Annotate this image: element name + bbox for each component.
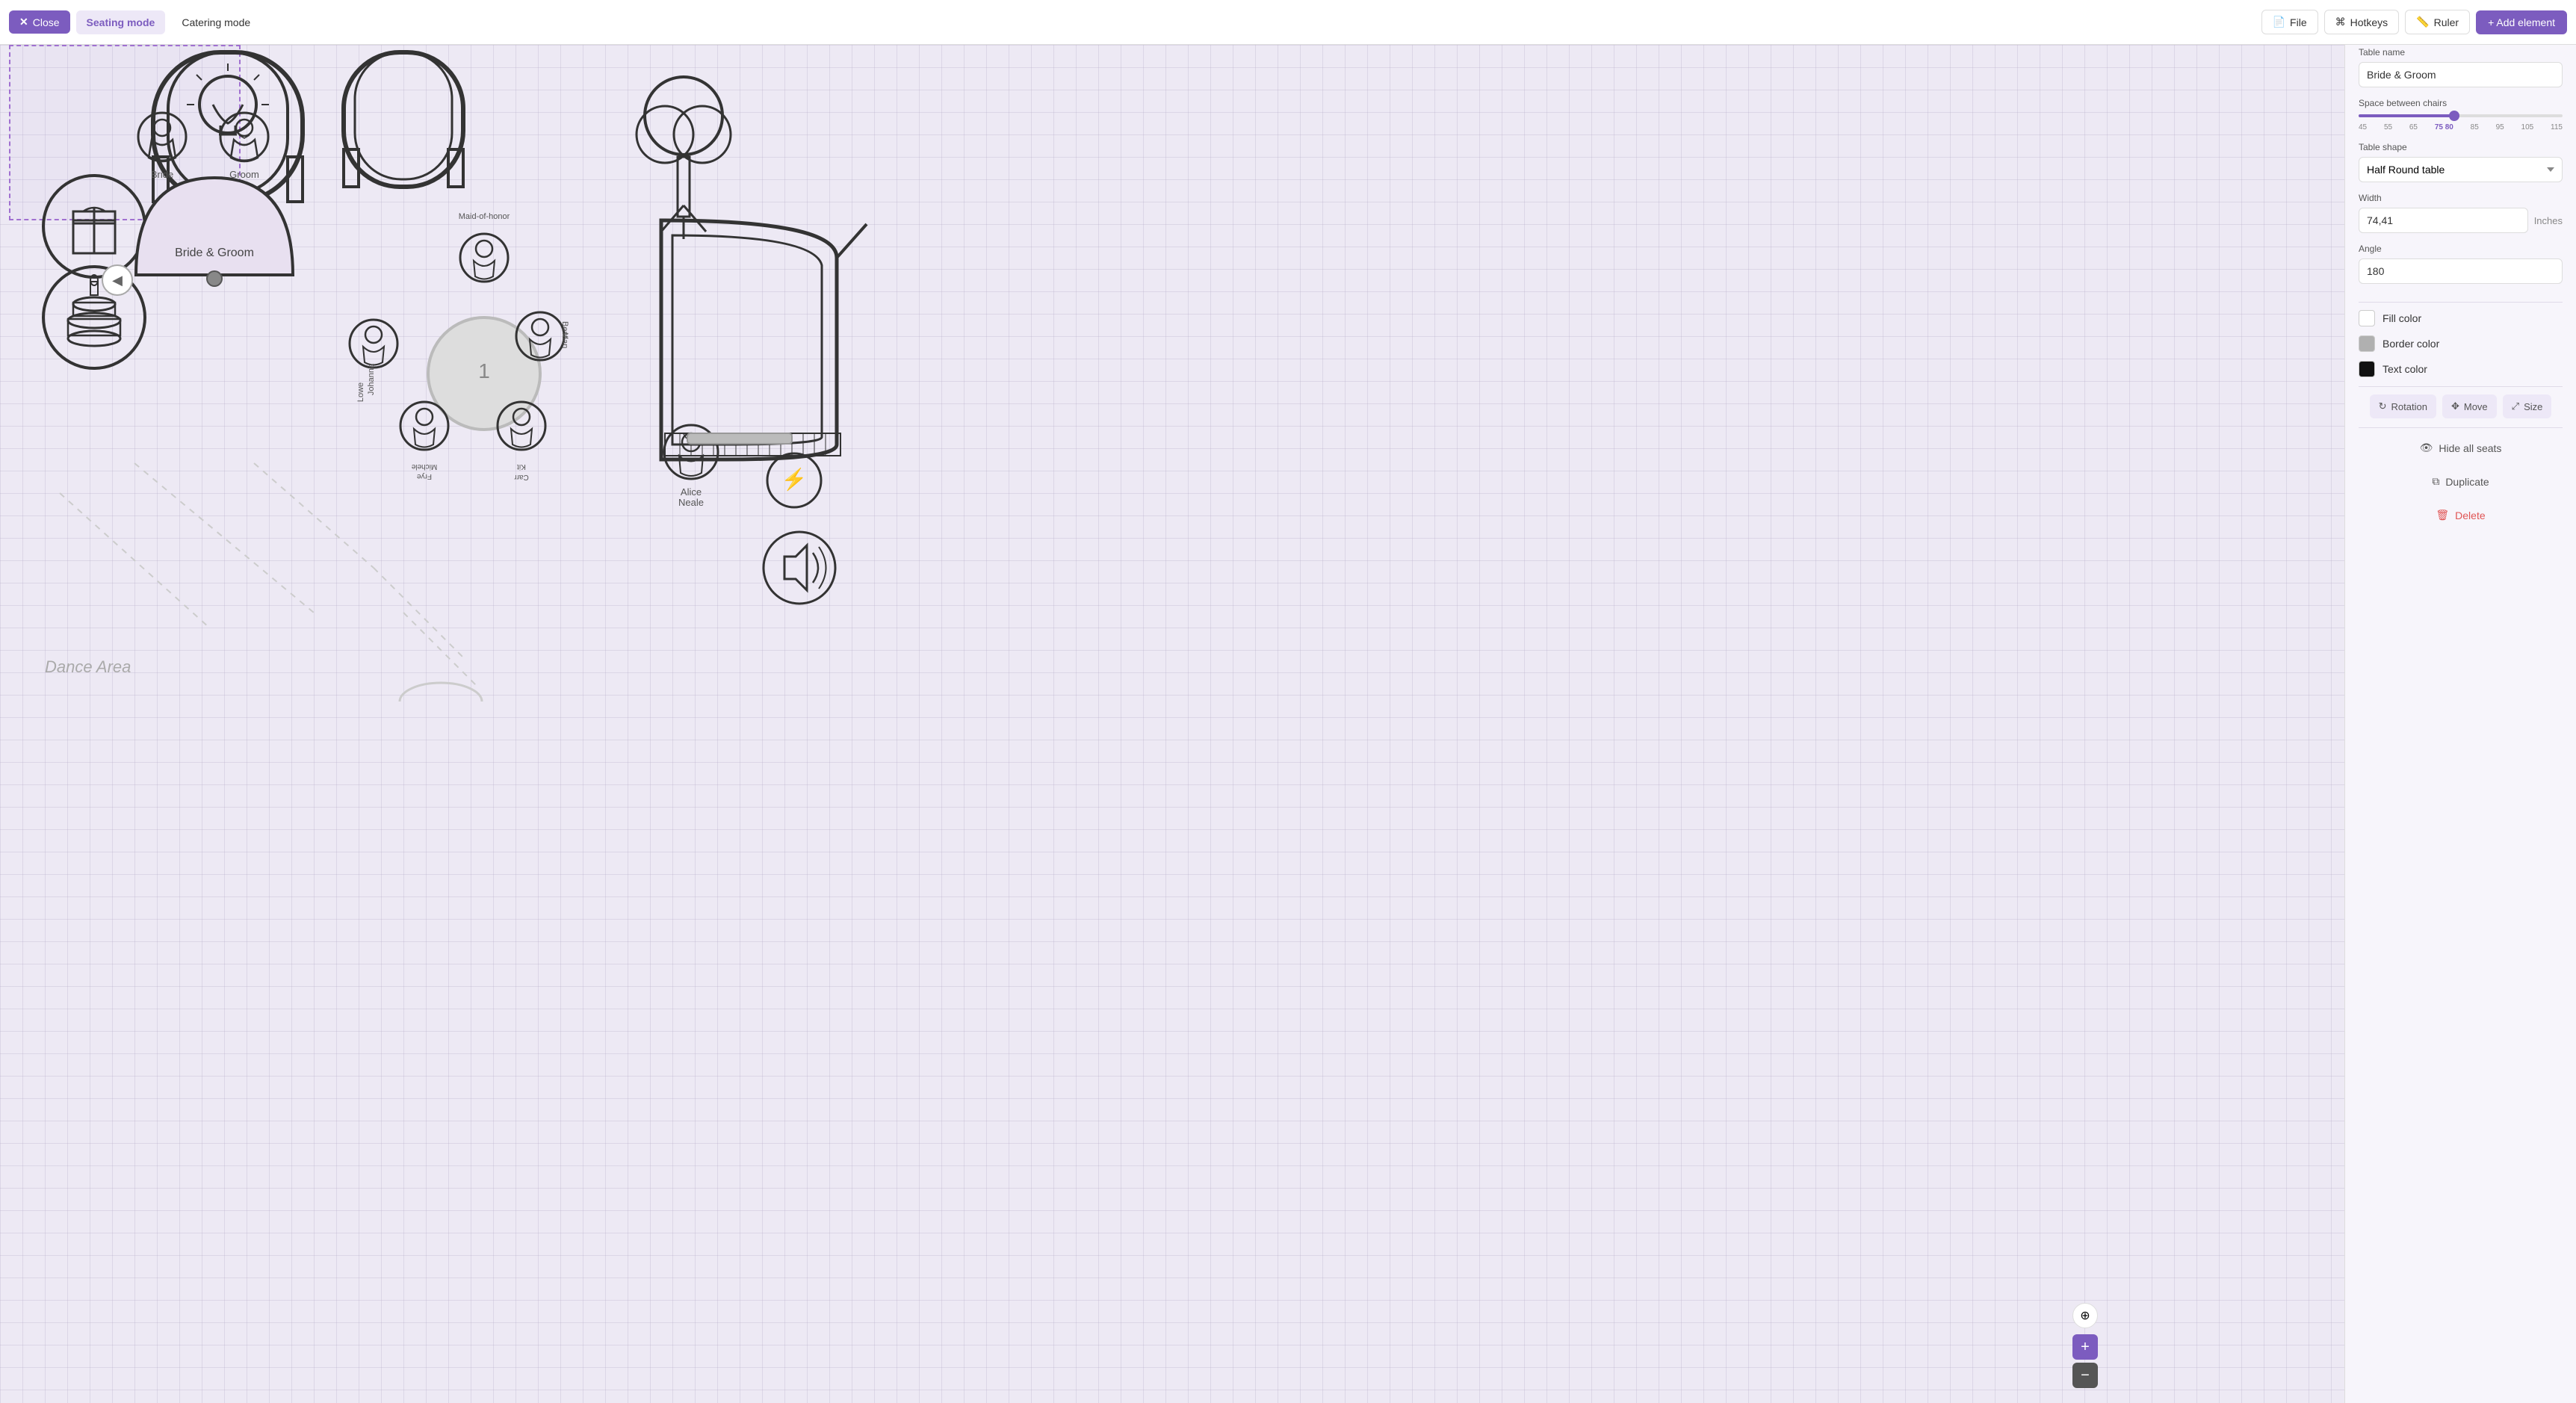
svg-text:◀: ◀	[112, 273, 123, 288]
duplicate-button[interactable]: ⧉ Duplicate	[2426, 469, 2495, 494]
action-buttons-row: ↻ Rotation ✥ Move ⤢ Size	[2359, 394, 2563, 418]
border-color-label: Border color	[2383, 338, 2439, 350]
fill-color-row[interactable]: Fill color	[2359, 310, 2563, 326]
svg-text:1: 1	[478, 359, 490, 383]
toolbar-right: 📄 File ⌘ Hotkeys 📏 Ruler + Add element	[2261, 10, 2567, 34]
file-label: File	[2290, 16, 2307, 28]
table-shape-select[interactable]: Half Round table Round table Rectangle t…	[2359, 157, 2563, 182]
fill-color-label: Fill color	[2383, 312, 2421, 324]
width-input[interactable]	[2359, 208, 2528, 233]
text-color-swatch[interactable]	[2359, 361, 2375, 377]
svg-text:Lowe: Lowe	[356, 383, 365, 402]
ruler-button[interactable]: 📏 Ruler	[2405, 10, 2470, 34]
slider-fill	[2359, 114, 2454, 117]
move-label: Move	[2464, 401, 2488, 412]
divider-1	[2359, 302, 2563, 303]
file-button[interactable]: 📄 File	[2261, 10, 2318, 34]
slider-labels: 45 55 65 75 80 85 95 105 115	[2359, 123, 2563, 131]
svg-text:⚡: ⚡	[781, 467, 808, 492]
border-color-row[interactable]: Border color	[2359, 335, 2563, 352]
svg-text:Frye: Frye	[417, 472, 432, 480]
rotation-icon: ↻	[2379, 400, 2387, 412]
zoom-out-button[interactable]: −	[2072, 1363, 2098, 1388]
slider-thumb[interactable]	[2449, 111, 2459, 121]
divider-2	[2359, 386, 2563, 387]
close-button[interactable]: ✕ Close	[9, 10, 70, 34]
svg-text:Johanna: Johanna	[367, 363, 376, 395]
svg-text:Bride & Groom: Bride & Groom	[175, 247, 254, 259]
svg-text:Bride: Bride	[151, 169, 173, 180]
svg-text:Man: Man	[560, 332, 569, 348]
zoom-controls: ⊕ + −	[2072, 1303, 2098, 1388]
hotkeys-button[interactable]: ⌘ Hotkeys	[2324, 10, 2400, 34]
hotkeys-label: Hotkeys	[2350, 16, 2388, 28]
hide-seats-icon: 👁	[2420, 442, 2433, 454]
divider-3	[2359, 427, 2563, 428]
svg-text:Michele: Michele	[411, 462, 437, 471]
table-name-label: Table name	[2359, 47, 2563, 58]
move-button[interactable]: ✥ Move	[2442, 394, 2497, 418]
catering-mode-button[interactable]: Catering mode	[171, 10, 261, 34]
hide-seats-label: Hide all seats	[2439, 442, 2501, 454]
floorplan-svg: Bride & Groom Bride Groom	[0, 45, 1056, 702]
canvas: Bride & Groom Bride Groom	[0, 45, 2344, 1403]
svg-text:Maid-of-honor: Maid-of-honor	[459, 212, 510, 221]
duplicate-label: Duplicate	[2445, 476, 2489, 488]
width-row: Inches	[2359, 208, 2563, 233]
close-label: Close	[33, 16, 60, 28]
table-name-input[interactable]	[2359, 62, 2563, 87]
seating-mode-button[interactable]: Seating mode	[76, 10, 166, 34]
rotation-button[interactable]: ↻ Rotation	[2370, 394, 2436, 418]
width-label: Width	[2359, 193, 2563, 203]
close-x-icon: ✕	[19, 16, 28, 28]
add-element-button[interactable]: + Add element	[2476, 10, 2567, 34]
svg-text:Carr: Carr	[514, 473, 529, 481]
hotkeys-icon: ⌘	[2335, 16, 2346, 28]
size-button[interactable]: ⤢ Size	[2503, 394, 2552, 418]
svg-text:Kit: Kit	[517, 462, 526, 471]
svg-text:Groom: Groom	[229, 169, 259, 180]
space-slider-section: Space between chairs 45 55 65 75 80 85 9…	[2359, 98, 2563, 131]
space-label: Space between chairs	[2359, 98, 2563, 108]
angle-label: Angle	[2359, 244, 2563, 254]
svg-text:Alice: Alice	[681, 486, 702, 498]
trash-icon: 🗑	[2436, 509, 2449, 521]
ruler-icon: 📏	[2416, 16, 2429, 28]
slider-track[interactable]	[2359, 114, 2563, 117]
delete-label: Delete	[2455, 510, 2485, 521]
text-color-label: Text color	[2383, 363, 2427, 375]
rotation-label: Rotation	[2391, 401, 2427, 412]
add-element-label: + Add element	[2488, 16, 2555, 28]
border-color-swatch[interactable]	[2359, 335, 2375, 352]
toolbar: ✕ Close Seating mode Catering mode 📄 Fil…	[0, 0, 2576, 45]
size-label: Size	[2524, 401, 2542, 412]
ruler-label: Ruler	[2434, 16, 2459, 28]
move-icon: ✥	[2451, 400, 2459, 412]
zoom-in-button[interactable]: +	[2072, 1334, 2098, 1360]
duplicate-icon: ⧉	[2432, 475, 2439, 488]
unit-label: Inches	[2534, 215, 2563, 226]
delete-button[interactable]: 🗑 Delete	[2430, 503, 2491, 527]
hide-seats-button[interactable]: 👁 Hide all seats	[2414, 436, 2508, 460]
right-panel: Table Table name Space between chairs 45…	[2344, 0, 2576, 1403]
compass-button[interactable]: ⊕	[2072, 1303, 2098, 1328]
text-color-row[interactable]: Text color	[2359, 361, 2563, 377]
size-icon: ⤢	[2512, 400, 2519, 412]
file-icon: 📄	[2273, 16, 2285, 28]
svg-text:Neale: Neale	[678, 497, 704, 508]
svg-text:Dance Area: Dance Area	[45, 657, 131, 676]
fill-color-swatch[interactable]	[2359, 310, 2375, 326]
table-shape-label: Table shape	[2359, 142, 2563, 152]
angle-input[interactable]	[2359, 258, 2563, 284]
